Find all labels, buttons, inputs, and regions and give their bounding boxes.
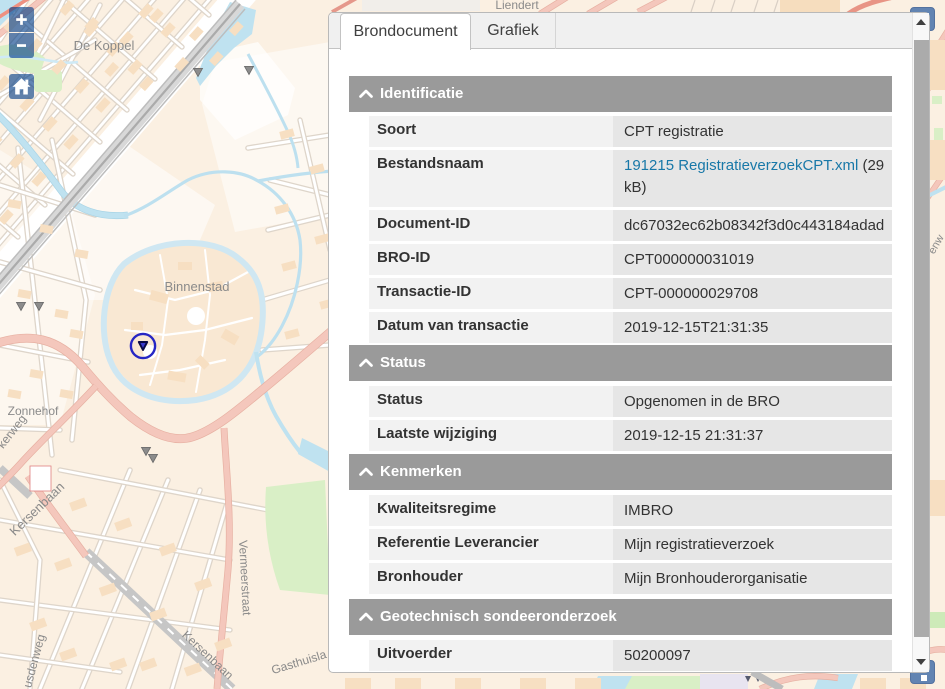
svg-text:De Koppel: De Koppel — [74, 38, 135, 53]
svg-text:Binnenstad: Binnenstad — [164, 279, 229, 294]
svg-text:Liendert: Liendert — [495, 0, 539, 12]
